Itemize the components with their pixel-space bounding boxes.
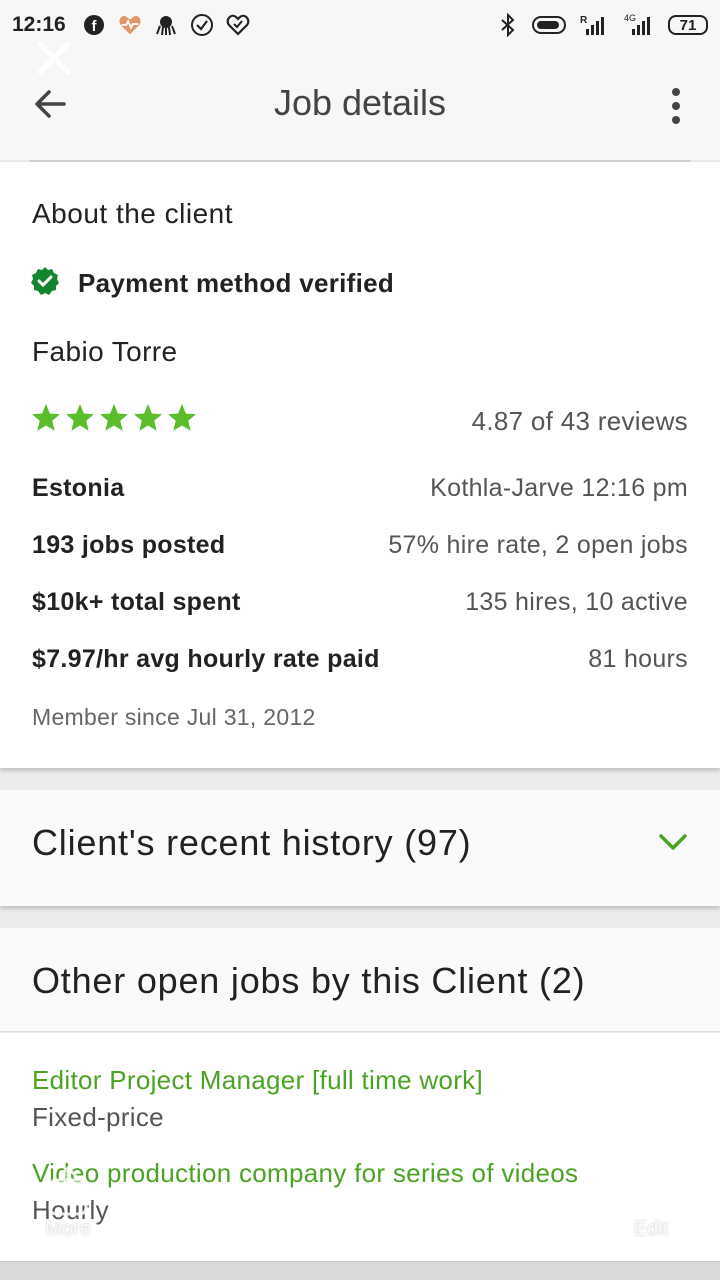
client-stat-row: $10k+ total spent 135 hires, 10 active [32,588,688,617]
star-icon [134,404,162,431]
heart-rate-icon [118,13,142,37]
check-circle-icon [190,13,214,37]
total-spent: $10k+ total spent [32,588,241,616]
hire-rate: 57% hire rate, 2 open jobs [388,531,688,559]
payment-status: Payment method verified [78,268,395,298]
client-city-time: Kothla-Jarve 12:16 pm [430,474,688,502]
bluetooth-icon [496,13,520,37]
list-item[interactable]: Video production company for series of v… [32,1158,688,1226]
other-jobs-list: Editor Project Manager [full time work] … [0,1033,720,1261]
client-stat-row: 193 jobs posted 57% hire rate, 2 open jo… [32,531,688,560]
list-item[interactable]: Editor Project Manager [full time work] … [32,1065,688,1133]
jobs-posted: 193 jobs posted [32,531,226,559]
member-since: Member since Jul 31, 2012 [32,704,316,730]
battery-indicator: 71 [668,15,708,35]
avg-hourly-rate: $7.97/hr avg hourly rate paid [32,645,380,673]
edit-label: Edit [633,1218,669,1240]
chevron-down-icon [658,830,688,854]
client-info-card: About the client Payment method verified… [0,162,720,768]
rating-stars [30,402,198,434]
section-title: About the client [32,198,234,229]
verified-check-icon [30,266,60,301]
job-title-link[interactable]: Editor Project Manager [full time work] [32,1065,688,1096]
more-button[interactable]: More [40,1162,96,1241]
hires-count: 135 hires, 10 active [465,588,688,616]
octopus-icon [154,13,178,37]
recent-history-toggle[interactable]: Client's recent history (97) [0,790,720,906]
signal-4g-icon: 4G [620,13,656,37]
client-country: Estonia [32,474,125,502]
app-bar: Job details [0,41,720,160]
pencil-icon [635,1175,671,1214]
client-stat-row: Estonia Kothla-Jarve 12:16 pm [32,474,688,503]
svg-text:4G: 4G [624,13,636,23]
bottom-edge [0,1262,720,1280]
status-time: 12:16 [12,13,66,36]
job-type: Fixed-price [32,1102,164,1132]
heart-icon [226,13,250,37]
client-name: Fabio Torre [32,336,178,367]
toggle-icon [532,13,566,37]
close-icon[interactable] [36,40,72,76]
svg-text:R: R [580,15,588,26]
more-label: More [45,1218,91,1240]
share-icon [48,1165,88,1216]
star-icon [32,404,60,431]
client-stat-row: $7.97/hr avg hourly rate paid 81 hours [32,645,688,674]
star-icon [168,404,196,431]
reviews-summary: 4.87 of 43 reviews [471,406,688,436]
other-jobs-title: Other open jobs by this Client (2) [32,960,586,1001]
signal-icon: R [578,13,608,37]
other-jobs-header: Other open jobs by this Client (2) [0,928,720,1032]
star-icon [100,404,128,431]
more-options-icon[interactable] [666,86,686,126]
star-icon [66,404,94,431]
hours-billed: 81 hours [588,645,688,673]
facebook-icon: f [82,13,106,37]
status-bar: 12:16 f R 4G 71 [0,0,720,50]
job-type: Hourly [32,1195,109,1225]
edit-button[interactable]: Edit [626,1168,676,1241]
payment-verified: Payment method verified [30,266,394,301]
page-title: Job details [273,82,447,123]
recent-history-title: Client's recent history (97) [32,822,472,863]
job-title-link[interactable]: Video production company for series of v… [32,1158,688,1189]
